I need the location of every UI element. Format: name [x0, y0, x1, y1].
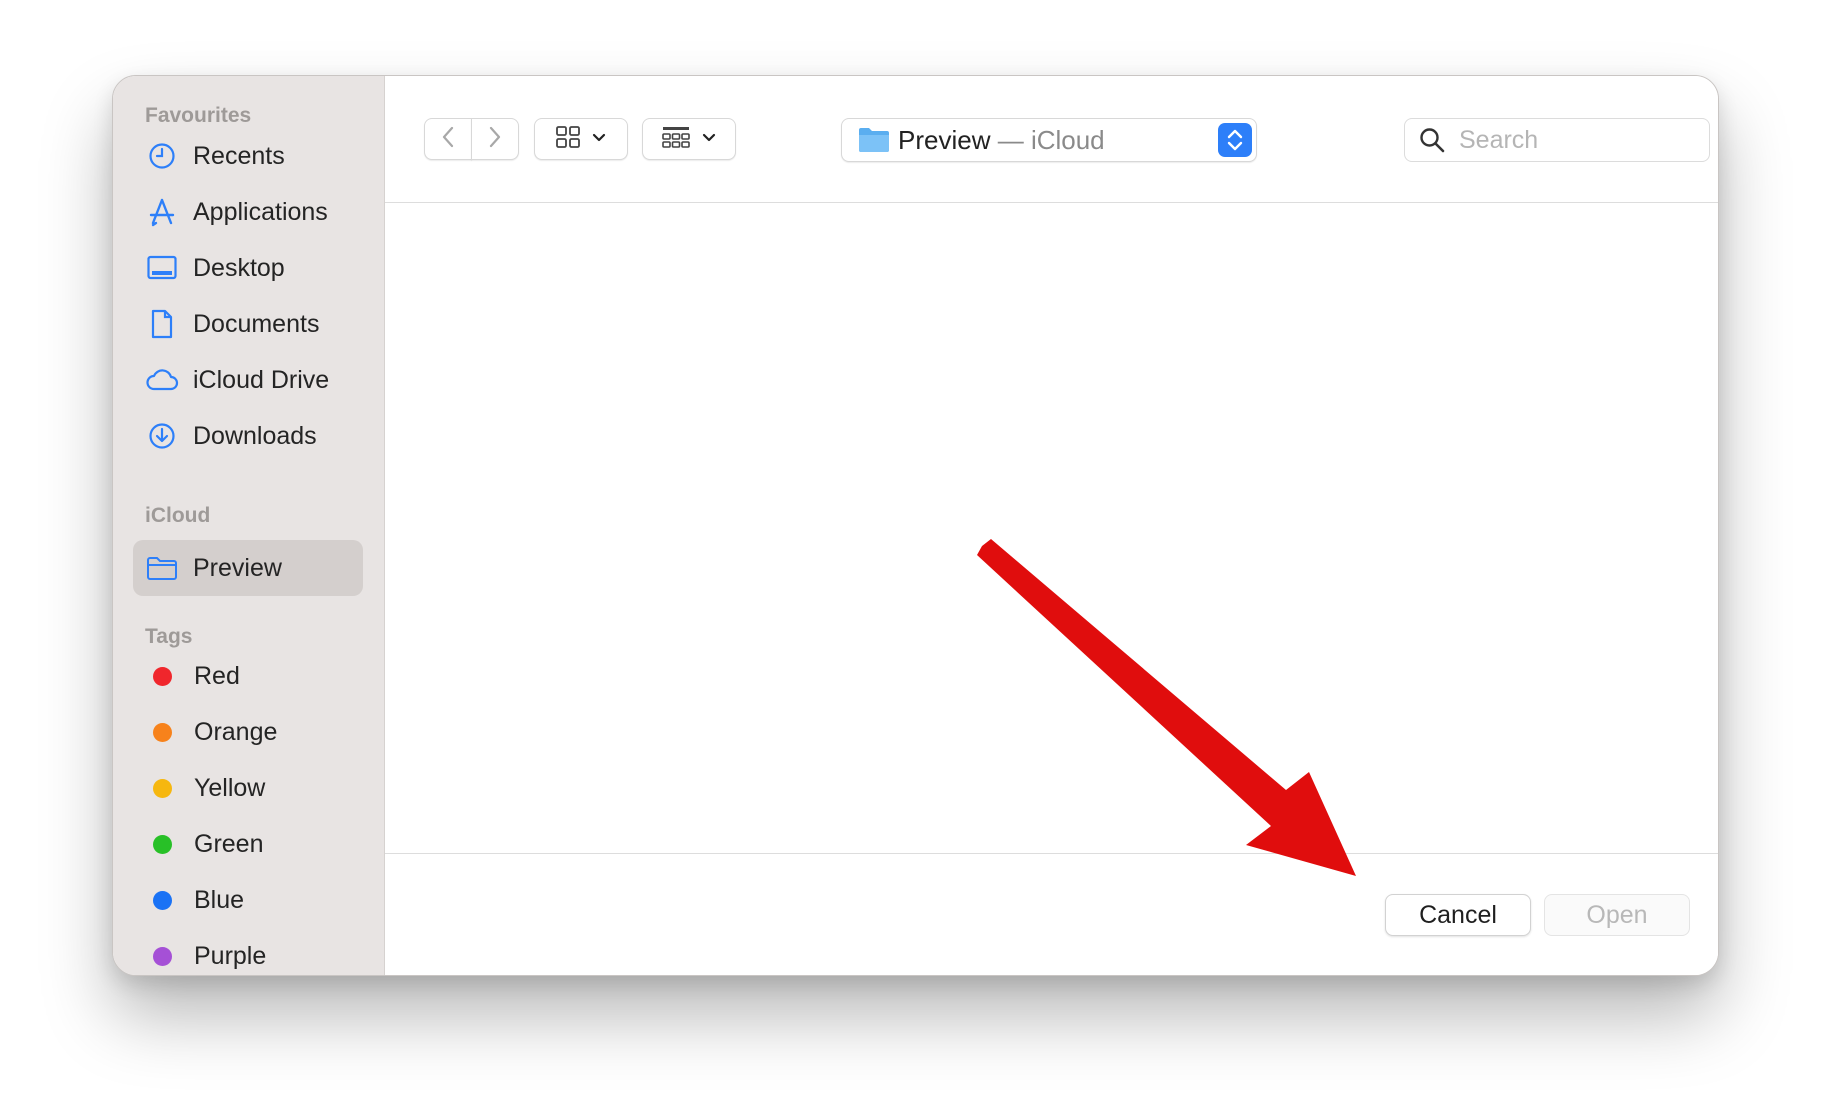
sidebar-item-label: Downloads [193, 421, 317, 450]
toolbar: Preview — iCloud [385, 76, 1718, 203]
location-popup[interactable]: Preview — iCloud [841, 118, 1257, 162]
sidebar-item-label: iCloud Drive [193, 365, 330, 394]
tag-color-dot [153, 890, 172, 910]
tag-color-dot [153, 834, 172, 854]
dialog-footer: Cancel Open [385, 853, 1718, 975]
applications-icon [145, 195, 179, 229]
group-options-button[interactable] [642, 118, 736, 160]
document-icon [145, 307, 179, 341]
sidebar-item-recents[interactable]: Recents [133, 128, 363, 184]
sidebar-section-favourites: Favourites [145, 104, 252, 127]
sidebar-item-icloud-drive[interactable]: iCloud Drive [133, 352, 363, 408]
location-service: iCloud [1030, 125, 1105, 155]
sidebar-item-label: Recents [193, 141, 285, 170]
tag-color-dot [153, 722, 172, 742]
main-pane: Preview — iCloud Cancel Open [385, 76, 1718, 975]
sidebar-item-applications[interactable]: Applications [133, 184, 363, 240]
sidebar-section-tags: Tags [145, 625, 193, 648]
sidebar-tag-purple[interactable]: Purple [133, 928, 363, 975]
sidebar-tag-green[interactable]: Green [133, 816, 363, 872]
sidebar: Favourites Recents Applications Desktop [113, 76, 385, 975]
grid-view-icon [556, 125, 580, 153]
location-separator: — [990, 125, 1031, 155]
sidebar-item-label: Desktop [193, 253, 285, 282]
sidebar-item-label: Purple [194, 941, 267, 970]
chevron-down-icon [702, 130, 716, 148]
screenshot-stage: Favourites Recents Applications Desktop [0, 0, 1824, 1120]
tag-color-dot [153, 666, 172, 686]
cloud-icon [145, 363, 179, 397]
sidebar-tag-orange[interactable]: Orange [133, 704, 363, 760]
desktop-icon [145, 251, 179, 285]
download-icon [145, 419, 179, 453]
sidebar-item-label: Applications [193, 197, 328, 226]
sidebar-item-label: Green [194, 829, 264, 858]
sidebar-item-label: Preview [193, 553, 282, 582]
sidebar-item-label: Orange [194, 717, 278, 746]
search-field[interactable] [1404, 118, 1710, 162]
chevron-left-icon [441, 125, 455, 154]
open-file-dialog: Favourites Recents Applications Desktop [112, 75, 1719, 976]
folder-icon [858, 126, 890, 159]
location-label: Preview — iCloud [898, 125, 1105, 156]
group-view-icon [662, 126, 690, 153]
tag-color-dot [153, 946, 172, 966]
back-button[interactable] [424, 118, 472, 160]
sidebar-item-label: Blue [194, 885, 245, 914]
sidebar-item-label: Documents [193, 309, 320, 338]
chevron-right-icon [488, 125, 502, 154]
forward-button[interactable] [471, 118, 519, 160]
file-browser-area[interactable] [385, 203, 1718, 853]
clock-icon [145, 139, 179, 173]
sidebar-tag-blue[interactable]: Blue [133, 872, 363, 928]
search-input[interactable] [1459, 123, 1699, 157]
sidebar-item-label: Red [194, 661, 240, 690]
sidebar-tag-red[interactable]: Red [133, 648, 363, 704]
sidebar-item-documents[interactable]: Documents [133, 296, 363, 352]
sidebar-item-downloads[interactable]: Downloads [133, 408, 363, 464]
chevron-down-icon [592, 130, 606, 148]
tag-color-dot [153, 778, 172, 798]
sidebar-section-icloud: iCloud [145, 504, 211, 527]
sidebar-item-desktop[interactable]: Desktop [133, 240, 363, 296]
up-down-stepper-icon [1218, 123, 1252, 157]
search-icon [1419, 127, 1445, 158]
folder-icon [145, 551, 179, 585]
sidebar-item-preview[interactable]: Preview [133, 540, 363, 596]
location-name: Preview [898, 125, 991, 155]
open-button[interactable]: Open [1544, 894, 1690, 936]
sidebar-item-label: Yellow [194, 773, 266, 802]
view-options-button[interactable] [534, 118, 628, 160]
sidebar-tag-yellow[interactable]: Yellow [133, 760, 363, 816]
cancel-button[interactable]: Cancel [1385, 894, 1531, 936]
